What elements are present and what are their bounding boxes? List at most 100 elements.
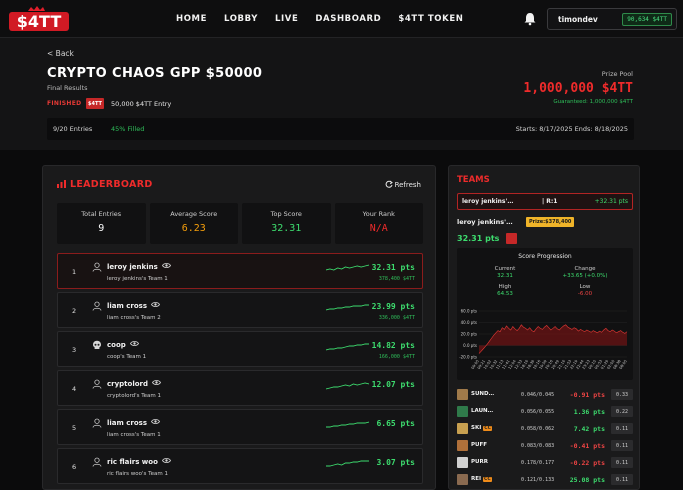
player-row[interactable]: PURR 0.178/0.177 -0.22 pts 0.11 bbox=[457, 456, 633, 470]
team-selector[interactable]: leroy jenkins'… | R:1 +32.31 pts bbox=[457, 193, 633, 210]
player-ratio: 0.083/0.083 bbox=[521, 442, 555, 449]
bell-icon[interactable] bbox=[523, 12, 537, 26]
team-name: cryptolord's Team 1 bbox=[107, 393, 162, 399]
stat-card: Total Entries 9 bbox=[57, 203, 146, 244]
row-points: 23.99 pts bbox=[371, 302, 415, 311]
player-ticker-text: LAUN… bbox=[471, 408, 494, 414]
row-winnings: 166,000 $4TT bbox=[378, 354, 415, 360]
leaderboard-row[interactable]: 5 liam cross liam cross's Team 1 6.65 pt… bbox=[57, 409, 423, 445]
row-winnings: 378,400 $4TT bbox=[378, 276, 415, 282]
eye-icon[interactable] bbox=[151, 418, 160, 425]
chart-y-tick: -20.0 pts bbox=[459, 355, 477, 360]
sparkline bbox=[326, 460, 369, 467]
collapse-toggle[interactable] bbox=[506, 233, 517, 244]
stat-label: Your Rank bbox=[362, 210, 395, 218]
player-row[interactable]: SKI CC 0.058/0.062 7.42 pts 0.11 bbox=[457, 422, 633, 436]
refresh-label: Refresh bbox=[394, 181, 421, 189]
player-name: cryptolord bbox=[107, 379, 161, 388]
low-label: Low bbox=[579, 284, 591, 290]
page-subtitle: Final Results bbox=[47, 84, 88, 92]
score-progression-chart: 60.0 pts 40.0 pts 20.0 pts 0.0 pts -20.0 pts… bbox=[459, 309, 628, 371]
nav-home[interactable]: HOME bbox=[176, 14, 207, 24]
sparkline bbox=[326, 304, 369, 311]
player-name-text: coop bbox=[107, 341, 126, 349]
player-name-text: liam cross bbox=[107, 419, 147, 427]
stat-label: Top Score bbox=[270, 210, 302, 218]
player-points: -0.91 pts bbox=[569, 390, 605, 399]
balance-badge: 90,634 $4TT bbox=[622, 12, 672, 26]
player-ticker: LAUN… bbox=[471, 408, 493, 414]
stat-label: Total Entries bbox=[81, 210, 122, 218]
refresh-button[interactable]: Refresh bbox=[385, 180, 421, 189]
team-name: coop's Team 1 bbox=[107, 354, 147, 360]
cc-badge: CC bbox=[483, 477, 492, 482]
player-avatar bbox=[457, 423, 468, 434]
player-ownership: 0.22 bbox=[611, 406, 633, 417]
high-label: High bbox=[498, 284, 512, 290]
player-ratio: 0.056/0.055 bbox=[521, 408, 555, 415]
nav-live[interactable]: LIVE bbox=[275, 14, 298, 24]
eye-icon[interactable] bbox=[161, 457, 171, 464]
teams-panel: TEAMS leroy jenkins'… | R:1 +32.31 pts l… bbox=[448, 165, 640, 490]
back-link[interactable]: < Back bbox=[47, 49, 74, 58]
leaderboard-row[interactable]: 4 cryptolord cryptolord's Team 1 12.07 p… bbox=[57, 370, 423, 406]
leaderboard-panel: LEADERBOARD Refresh Total Entries 9 Avera… bbox=[42, 165, 436, 490]
player-avatar bbox=[457, 389, 468, 400]
player-row[interactable]: SUND… 0.046/0.045 -0.91 pts 0.33 bbox=[457, 388, 633, 402]
token-tag: $4TT bbox=[86, 98, 104, 109]
row-points: 6.65 pts bbox=[376, 419, 415, 428]
player-points: 1.36 pts bbox=[573, 407, 605, 416]
eye-icon[interactable] bbox=[129, 340, 139, 347]
leaderboard-row[interactable]: 1 leroy jenkins leroy jenkins's Team 1 3… bbox=[57, 253, 423, 289]
user-icon bbox=[92, 379, 102, 389]
leaderboard-row[interactable]: 6 ric flairs woo ric flairs woo's Team 1… bbox=[57, 448, 423, 484]
user-icon bbox=[92, 418, 102, 428]
change-value: +33.65 (+0.0%) bbox=[562, 273, 608, 279]
page-title: CRYPTO CHAOS GPP $50000 bbox=[47, 66, 263, 81]
sparkline bbox=[326, 343, 369, 351]
stat-card: Your Rank N/A bbox=[334, 203, 423, 244]
prize-pool-label: Prize Pool bbox=[601, 70, 633, 78]
user-menu[interactable]: timondev 90,634 $4TT bbox=[547, 8, 677, 30]
sparkline bbox=[326, 382, 369, 390]
current-value: 32.31 bbox=[497, 273, 513, 279]
leaderboard-row[interactable]: 3 coop coop's Team 1 14.82 pts 166,000 $… bbox=[57, 331, 423, 367]
player-ticker: SUND… bbox=[471, 391, 494, 397]
player-ticker: SKI CC bbox=[471, 425, 492, 431]
player-row[interactable]: REI CC 0.121/0.133 25.08 pts 0.11 bbox=[457, 473, 633, 487]
rank-number: 1 bbox=[72, 268, 77, 276]
brand-logo[interactable]: $4TT bbox=[8, 5, 70, 33]
rank-number: 6 bbox=[72, 463, 77, 471]
player-row[interactable]: PUFF 0.083/0.083 -0.41 pts 0.11 bbox=[457, 439, 633, 453]
player-name: coop bbox=[107, 340, 139, 349]
player-ownership: 0.11 bbox=[611, 423, 633, 434]
eye-icon[interactable] bbox=[161, 262, 171, 269]
chart-y-tick: 20.0 pts bbox=[461, 332, 477, 337]
filled-percent: 45% Filled bbox=[111, 125, 145, 133]
chart-y-tick: 0.0 pts bbox=[463, 343, 477, 348]
user-icon bbox=[92, 301, 102, 311]
leaderboard-rows: 1 leroy jenkins leroy jenkins's Team 1 3… bbox=[57, 253, 423, 487]
player-name-text: leroy jenkins bbox=[107, 263, 158, 271]
player-ticker-text: PUFF bbox=[471, 442, 488, 448]
rank-number: 2 bbox=[72, 307, 77, 315]
eye-icon[interactable] bbox=[151, 301, 160, 308]
player-name: liam cross bbox=[107, 418, 160, 427]
nav-lobby[interactable]: LOBBY bbox=[224, 14, 258, 24]
player-points: -0.22 pts bbox=[569, 458, 605, 467]
nav-token[interactable]: $4TT TOKEN bbox=[398, 14, 463, 24]
team-name: leroy jenkins's Team 1 bbox=[107, 276, 168, 282]
player-name: leroy jenkins bbox=[107, 262, 171, 271]
cc-badge: CC bbox=[483, 426, 492, 431]
team-selector-name: leroy jenkins'… bbox=[462, 198, 514, 205]
player-avatar bbox=[457, 406, 468, 417]
nav-dashboard[interactable]: DASHBOARD bbox=[315, 14, 381, 24]
eye-icon[interactable] bbox=[152, 379, 161, 386]
team-selector-points: +32.31 pts bbox=[594, 198, 628, 205]
leaderboard-row[interactable]: 2 liam cross liam cross's Team 2 23.99 p… bbox=[57, 292, 423, 328]
entries-count: 9/20 Entries bbox=[53, 125, 93, 133]
high-value: 64.53 bbox=[497, 291, 513, 297]
player-row[interactable]: LAUN… 0.056/0.055 1.36 pts 0.22 bbox=[457, 405, 633, 419]
low-value: -6.00 bbox=[577, 291, 593, 297]
refresh-icon bbox=[385, 180, 393, 188]
